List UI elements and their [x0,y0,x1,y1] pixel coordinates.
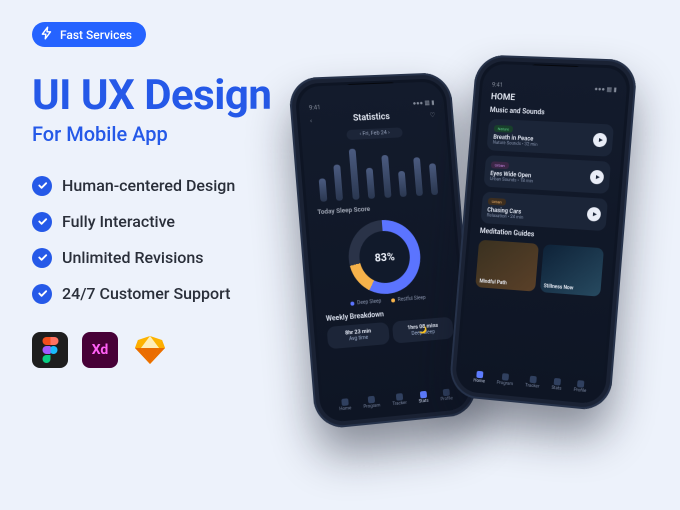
nav-tracker[interactable]: Tracker [392,393,407,407]
play-icon[interactable] [587,207,602,222]
lightning-icon [40,26,54,43]
play-icon[interactable] [590,170,605,185]
nav-home[interactable]: Home [339,398,352,412]
figma-icon [32,332,68,368]
feature-label: Fully Interactive [62,212,175,231]
phone-home: 9:41●●● ▦ ▮ HOME Music and Sounds Nature… [448,54,638,411]
nav-program[interactable]: Program [496,373,513,387]
status-bar: 9:41●●● ▦ ▮ [492,82,617,94]
track-card[interactable]: UrbanEyes Wide OpenUrban Sounds • 18 min [484,155,611,194]
nav-program[interactable]: Program [363,395,381,410]
promo-banner: Fast Services UI UX Design For Mobile Ap… [0,0,680,510]
moon-icon: 🌙 [419,326,428,335]
screen-title: HOME [491,92,617,107]
play-icon[interactable] [593,133,608,148]
score-label: Today Sleep Score [317,200,443,216]
meditation-tile[interactable]: Stillness Now [539,244,604,297]
xd-icon: Xd [82,332,118,368]
sketch-icon [132,332,168,368]
check-icon [32,248,52,268]
check-icon [32,212,52,232]
date-pill[interactable]: ‹ Fri, Feb 24 › [346,127,403,140]
bottom-nav: Home Program Tracker Stats Profile [332,388,458,413]
donut-chart: 83% [346,218,423,297]
feature-label: Unlimited Revisions [62,248,204,267]
screen-title: Statistics [353,112,390,124]
donut-value: 83% [346,218,423,297]
nav-stats[interactable]: Stats [418,391,429,405]
nav-stats[interactable]: Stats [551,378,562,392]
check-icon [32,284,52,304]
feature-label: Human-centered Design [62,176,235,195]
phone-statistics: 9:41●●● ▦ ▮ ‹ Statistics ♡ ‹ Fri, Feb 24… [288,72,478,430]
feature-label: 24/7 Customer Support [62,284,230,303]
screen-statistics: 9:41●●● ▦ ▮ ‹ Statistics ♡ ‹ Fri, Feb 24… [297,81,468,420]
nav-home[interactable]: Home [473,371,485,385]
nav-tracker[interactable]: Tracker [525,375,540,389]
screen-home: 9:41●●● ▦ ▮ HOME Music and Sounds Nature… [457,64,628,402]
back-icon[interactable]: ‹ [310,117,313,125]
bottom-nav: Home Program Tracker Stats Profile [467,370,593,395]
summary-pill: 8hr 23 minAvg time [327,322,390,349]
track-card[interactable]: UrbanChasing CarsRelaxation • 24 min [481,191,608,231]
section-music: Music and Sounds [490,106,615,120]
badge-label: Fast Services [60,28,132,42]
summary-pill: 1hrs 08 minsDeep sleep🌙 [392,317,454,344]
track-card[interactable]: NatureBreath in PeaceNature Sounds • 32 … [487,119,614,157]
nav-profile[interactable]: Profile [440,388,453,402]
bar-chart [312,141,442,202]
fast-services-badge: Fast Services [32,22,146,47]
check-icon [32,176,52,196]
summary-pills: 8hr 23 minAvg time 1hrs 08 minsDeep slee… [327,317,454,350]
status-bar: 9:41●●● ▦ ▮ [309,99,435,111]
heart-icon[interactable]: ♡ [430,111,436,119]
phone-mockups: 9:41●●● ▦ ▮ ‹ Statistics ♡ ‹ Fri, Feb 24… [300,56,650,476]
meditation-tiles: Mindful Path Stillness Now [475,240,604,297]
nav-profile[interactable]: Profile [573,380,587,394]
meditation-tile[interactable]: Mindful Path [475,240,538,292]
